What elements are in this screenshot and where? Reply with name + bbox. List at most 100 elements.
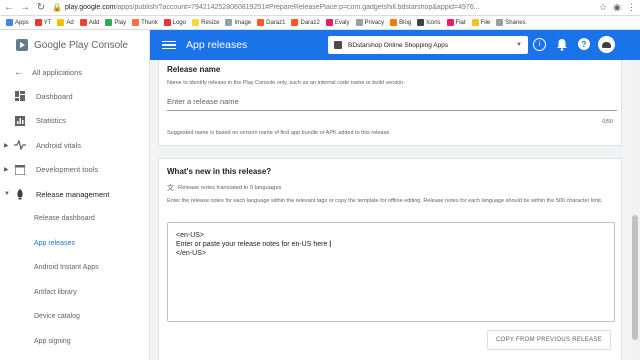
bookmark-label: YT bbox=[43, 19, 52, 26]
url-field[interactable]: play.google.com/apps/publish/?account=79… bbox=[65, 4, 599, 11]
bookmark-favicon-icon bbox=[132, 19, 140, 26]
caret-right-icon: ▶ bbox=[4, 142, 9, 149]
rocket-icon bbox=[14, 188, 26, 200]
extension-icon[interactable]: ◉ bbox=[613, 2, 621, 13]
dropdown-arrow-icon: ▼ bbox=[516, 42, 522, 48]
avatar[interactable] bbox=[598, 36, 615, 53]
play-console-logo[interactable]: Google Play Console bbox=[0, 30, 149, 60]
bookmark-thunk[interactable]: Thunk bbox=[132, 19, 158, 26]
release-name-counter: 0/50 bbox=[602, 119, 613, 125]
bookmark-evaly[interactable]: Evaly bbox=[325, 19, 350, 26]
text-cursor-icon: I bbox=[329, 239, 332, 249]
release-name-title: Release name bbox=[167, 65, 221, 74]
bookmark-yt[interactable]: YT bbox=[34, 19, 52, 26]
bookmark-favicon-icon bbox=[225, 19, 233, 26]
scrollbar-thumb[interactable] bbox=[632, 215, 638, 340]
whats-new-card: What's new in this release? 文 Release no… bbox=[158, 158, 622, 360]
bookmark-label: Play bbox=[114, 19, 127, 26]
release-name-card: Release name Name to identify release in… bbox=[158, 60, 622, 146]
bookmark-favicon-icon bbox=[257, 19, 265, 26]
bookmark-favicon-icon bbox=[192, 19, 200, 26]
bookmark-ad[interactable]: Ad bbox=[57, 19, 74, 26]
bookmark-favicon-icon bbox=[496, 19, 504, 26]
sidebar-item-development-tools[interactable]: ▶ Development tools bbox=[0, 158, 149, 183]
hamburger-menu-icon[interactable] bbox=[162, 40, 176, 50]
vitals-icon bbox=[14, 139, 26, 151]
bookmark-label: Flat bbox=[455, 19, 466, 26]
sidebar-item-dashboard[interactable]: Dashboard bbox=[0, 84, 149, 109]
bookmark-favicon-icon bbox=[471, 19, 479, 26]
reload-icon[interactable]: ↻ bbox=[34, 1, 48, 15]
logo-text: Google Play Console bbox=[34, 39, 128, 51]
page-scrollbar[interactable] bbox=[630, 60, 640, 360]
sidebar-item-release-management[interactable]: ▼ Release management bbox=[0, 182, 149, 207]
release-notes-line: Enter or paste your release notes for en… bbox=[176, 241, 328, 248]
info-icon[interactable]: i bbox=[533, 38, 546, 51]
statistics-icon bbox=[14, 115, 26, 127]
play-console-logo-icon bbox=[16, 39, 28, 51]
sidebar-subitem-artifact-library[interactable]: Artifact library bbox=[0, 280, 149, 305]
sidebar-subitem-release-dashboard[interactable]: Release dashboard bbox=[0, 207, 149, 232]
bookmark-resize[interactable]: Resize bbox=[192, 19, 219, 26]
star-icon[interactable]: ☆ bbox=[599, 2, 607, 13]
bookmark-favicon-icon bbox=[57, 19, 65, 26]
app-selector-label: BDstarshop Online Shopping Apps bbox=[348, 41, 449, 49]
all-applications-link[interactable]: ← All applications bbox=[0, 60, 149, 84]
main-content: Release name Name to identify release in… bbox=[150, 60, 640, 360]
bookmark-file[interactable]: File bbox=[471, 19, 491, 26]
sidebar-item-label: Dashboard bbox=[36, 91, 73, 101]
release-name-input[interactable]: Enter a release name bbox=[167, 97, 617, 111]
bookmark-label: Logo bbox=[172, 19, 187, 26]
bookmark-favicon-icon bbox=[325, 19, 333, 26]
whats-new-title: What's new in this release? bbox=[167, 167, 272, 176]
browser-url-bar: ← → ↻ 🔒 play.google.com/apps/publish/?ac… bbox=[0, 0, 640, 16]
app-selector[interactable]: BDstarshop Online Shopping Apps ▼ bbox=[328, 36, 528, 54]
bookmark-label: Thunk bbox=[141, 19, 158, 26]
bookmark-favicon-icon bbox=[417, 19, 425, 26]
bookmarks-bar: Apps YT Ad Add Play Thunk Logo Resize Image Daraz… bbox=[0, 16, 640, 30]
back-arrow-icon[interactable]: ← bbox=[2, 1, 16, 15]
caret-right-icon: ▶ bbox=[4, 167, 9, 174]
bookmark-daraz2[interactable]: Daraz2 bbox=[291, 19, 320, 26]
caret-down-icon: ▼ bbox=[4, 191, 10, 198]
sidebar-subitem-device-catalog[interactable]: Device catalog bbox=[0, 305, 149, 330]
browser-actions: ☆ ◉ ⋮ bbox=[599, 2, 636, 13]
release-notes-textarea[interactable]: <en-US> Enter or paste your release note… bbox=[167, 222, 615, 322]
bookmark-shanes[interactable]: Shanes bbox=[496, 19, 526, 26]
bookmark-blog[interactable]: Blog bbox=[390, 19, 411, 26]
bookmark-favicon-icon bbox=[79, 19, 87, 26]
bookmark-image[interactable]: Image bbox=[225, 19, 251, 26]
translated-status: 文 Release notes translated in 0 language… bbox=[167, 183, 281, 193]
release-name-description: Name to identify release in the Play Con… bbox=[167, 80, 405, 86]
sidebar: Google Play Console ← All applications D… bbox=[0, 30, 150, 360]
bookmark-flat[interactable]: Flat bbox=[446, 19, 466, 26]
bookmark-label: File bbox=[480, 19, 491, 26]
sidebar-item-label: Release management bbox=[36, 189, 110, 199]
bookmark-daraz1[interactable]: Daraz1 bbox=[257, 19, 285, 26]
bookmark-privacy[interactable]: Privacy bbox=[355, 19, 384, 26]
bookmark-label: Icons bbox=[426, 19, 441, 26]
sidebar-subitem-app-releases[interactable]: App releases bbox=[0, 231, 149, 256]
translated-label: Release notes translated in 0 languages bbox=[178, 185, 282, 191]
sidebar-subitem-app-signing[interactable]: App signing bbox=[0, 329, 149, 354]
bookmark-logo[interactable]: Logo bbox=[163, 19, 187, 26]
sidebar-item-android-vitals[interactable]: ▶ Android vitals bbox=[0, 133, 149, 158]
sidebar-item-statistics[interactable]: Statistics bbox=[0, 109, 149, 134]
bookmark-favicon-icon bbox=[390, 19, 398, 26]
translate-icon: 文 bbox=[167, 185, 174, 192]
release-notes-line: <en-US> bbox=[176, 232, 205, 239]
sidebar-subitem-android-instant-apps[interactable]: Android Instant Apps bbox=[0, 256, 149, 281]
url-host: play.google.com bbox=[65, 4, 116, 11]
copy-from-previous-release-button[interactable]: COPY FROM PREVIOUS RELEASE bbox=[487, 330, 611, 350]
bookmark-icons[interactable]: Icons bbox=[417, 19, 441, 26]
release-name-hint: Suggested name is based on version name … bbox=[167, 130, 391, 136]
bell-icon[interactable] bbox=[556, 38, 568, 51]
dashboard-icon bbox=[14, 90, 26, 102]
bookmark-add[interactable]: Add bbox=[79, 19, 99, 26]
help-icon[interactable]: ? bbox=[578, 38, 590, 50]
forward-arrow-icon[interactable]: → bbox=[18, 1, 32, 15]
menu-dots-icon[interactable]: ⋮ bbox=[627, 2, 636, 13]
bookmark-apps[interactable]: Apps bbox=[6, 19, 29, 26]
release-notes-line: </en-US> bbox=[176, 250, 206, 257]
bookmark-play[interactable]: Play bbox=[105, 19, 126, 26]
